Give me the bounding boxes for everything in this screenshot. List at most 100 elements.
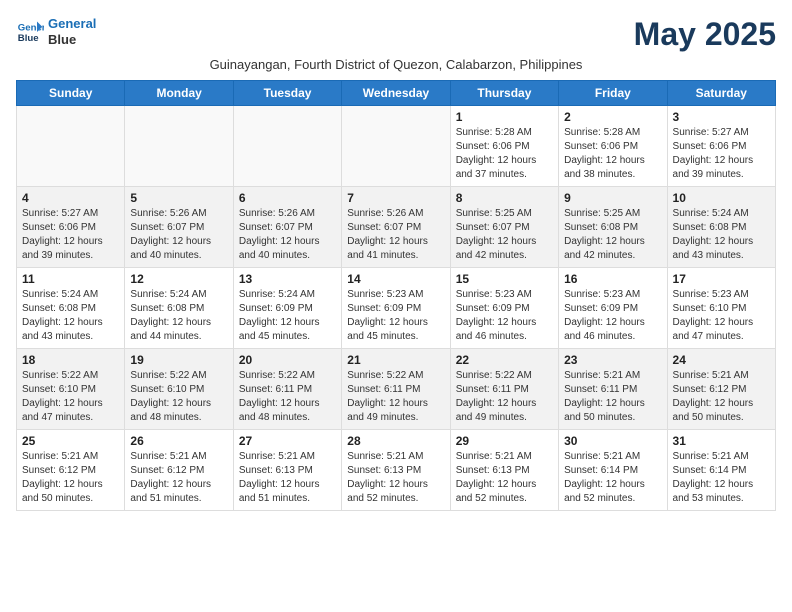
calendar-day-cell: 2Sunrise: 5:28 AM Sunset: 6:06 PM Daylig…	[559, 106, 667, 187]
calendar-day-cell: 5 Sunrise: 5:26 AM Sunset: 6:07 PM Daylig…	[125, 187, 233, 268]
day-number: 28	[347, 434, 444, 448]
calendar-day-cell: 24Sunrise: 5:21 AM Sunset: 6:12 PM Dayli…	[667, 349, 775, 430]
day-number: 16	[564, 272, 661, 286]
calendar-day-cell: 17 Sunrise: 5:23 AM Sunset: 6:10 PM Dayli…	[667, 268, 775, 349]
day-number: 26	[130, 434, 227, 448]
calendar-day-cell: 1 Sunrise: 5:28 AM Sunset: 6:06 PM Daylig…	[450, 106, 558, 187]
day-info: Sunrise: 5:21 AM Sunset: 6:14 PM Dayligh…	[673, 450, 770, 506]
day-info: Sunrise: 5:21 AM Sunset: 6:13 PM Dayligh…	[239, 450, 336, 506]
calendar-day-cell	[17, 106, 125, 187]
day-number: 27	[239, 434, 336, 448]
day-number: 6	[239, 191, 336, 205]
day-info: Sunrise: 5:26 AM Sunset: 6:07 PM Dayligh…	[130, 207, 227, 263]
calendar-day-cell: 26 Sunrise: 5:21 AM Sunset: 6:12 PM Dayli…	[125, 430, 233, 511]
day-info: Sunrise: 5:21 AM Sunset: 6:12 PM Dayligh…	[673, 369, 770, 425]
day-number: 20	[239, 353, 336, 367]
day-info: Sunrise: 5:27 AM Sunset: 6:06 PM Dayligh…	[22, 207, 119, 263]
day-number: 25	[22, 434, 119, 448]
day-number: 22	[456, 353, 553, 367]
calendar-day-cell: 25 Sunrise: 5:21 AM Sunset: 6:12 PM Dayli…	[17, 430, 125, 511]
day-number: 4	[22, 191, 119, 205]
calendar-day-cell: 18Sunrise: 5:22 AM Sunset: 6:10 PM Dayli…	[17, 349, 125, 430]
day-number: 1	[456, 110, 553, 124]
calendar-table: SundayMondayTuesdayWednesdayThursdayFrid…	[16, 80, 776, 511]
weekday-header-thursday: Thursday	[450, 81, 558, 106]
calendar-day-cell: 29 Sunrise: 5:21 AM Sunset: 6:13 PM Dayli…	[450, 430, 558, 511]
logo-line1: General	[48, 16, 96, 31]
logo-text: General Blue	[48, 16, 96, 47]
day-number: 21	[347, 353, 444, 367]
calendar-week-4: 18Sunrise: 5:22 AM Sunset: 6:10 PM Dayli…	[17, 349, 776, 430]
day-number: 12	[130, 272, 227, 286]
day-info: Sunrise: 5:23 AM Sunset: 6:09 PM Dayligh…	[347, 288, 444, 344]
calendar-day-cell: 4 Sunrise: 5:27 AM Sunset: 6:06 PM Daylig…	[17, 187, 125, 268]
weekday-header-monday: Monday	[125, 81, 233, 106]
day-number: 14	[347, 272, 444, 286]
day-info: Sunrise: 5:21 AM Sunset: 6:12 PM Dayligh…	[130, 450, 227, 506]
day-number: 30	[564, 434, 661, 448]
calendar-day-cell: 9 Sunrise: 5:25 AM Sunset: 6:08 PM Daylig…	[559, 187, 667, 268]
calendar-day-cell: 14 Sunrise: 5:23 AM Sunset: 6:09 PM Dayli…	[342, 268, 450, 349]
day-info: Sunrise: 5:24 AM Sunset: 6:08 PM Dayligh…	[130, 288, 227, 344]
day-info: Sunrise: 5:21 AM Sunset: 6:14 PM Dayligh…	[564, 450, 661, 506]
day-info: Sunrise: 5:22 AM Sunset: 6:11 PM Dayligh…	[239, 369, 336, 425]
calendar-day-cell	[233, 106, 341, 187]
day-info: Sunrise: 5:24 AM Sunset: 6:09 PM Dayligh…	[239, 288, 336, 344]
day-number: 13	[239, 272, 336, 286]
logo: General Blue General Blue	[16, 16, 96, 47]
calendar-day-cell: 12 Sunrise: 5:24 AM Sunset: 6:08 PM Dayli…	[125, 268, 233, 349]
day-number: 15	[456, 272, 553, 286]
subtitle: Guinayangan, Fourth District of Quezon, …	[16, 57, 776, 72]
day-number: 5	[130, 191, 227, 205]
day-number: 29	[456, 434, 553, 448]
calendar-day-cell: 16 Sunrise: 5:23 AM Sunset: 6:09 PM Dayli…	[559, 268, 667, 349]
day-info: Sunrise: 5:24 AM Sunset: 6:08 PM Dayligh…	[673, 207, 770, 263]
calendar-day-cell	[342, 106, 450, 187]
day-number: 11	[22, 272, 119, 286]
calendar-week-1: 1 Sunrise: 5:28 AM Sunset: 6:06 PM Daylig…	[17, 106, 776, 187]
weekday-header-row: SundayMondayTuesdayWednesdayThursdayFrid…	[17, 81, 776, 106]
calendar-day-cell: 27 Sunrise: 5:21 AM Sunset: 6:13 PM Dayli…	[233, 430, 341, 511]
day-info: Sunrise: 5:23 AM Sunset: 6:09 PM Dayligh…	[564, 288, 661, 344]
calendar-week-5: 25 Sunrise: 5:21 AM Sunset: 6:12 PM Dayli…	[17, 430, 776, 511]
day-number: 23	[564, 353, 661, 367]
calendar-day-cell	[125, 106, 233, 187]
day-number: 19	[130, 353, 227, 367]
calendar-day-cell: 15 Sunrise: 5:23 AM Sunset: 6:09 PM Dayli…	[450, 268, 558, 349]
day-info: Sunrise: 5:21 AM Sunset: 6:13 PM Dayligh…	[456, 450, 553, 506]
month-title: May 2025	[96, 16, 776, 53]
calendar-day-cell: 6Sunrise: 5:26 AM Sunset: 6:07 PM Daylig…	[233, 187, 341, 268]
calendar-day-cell: 3 Sunrise: 5:27 AM Sunset: 6:06 PM Daylig…	[667, 106, 775, 187]
day-number: 9	[564, 191, 661, 205]
day-info: Sunrise: 5:21 AM Sunset: 6:11 PM Dayligh…	[564, 369, 661, 425]
day-info: Sunrise: 5:27 AM Sunset: 6:06 PM Dayligh…	[673, 126, 770, 182]
calendar-week-2: 4 Sunrise: 5:27 AM Sunset: 6:06 PM Daylig…	[17, 187, 776, 268]
weekday-header-saturday: Saturday	[667, 81, 775, 106]
day-info: Sunrise: 5:25 AM Sunset: 6:08 PM Dayligh…	[564, 207, 661, 263]
day-info: Sunrise: 5:22 AM Sunset: 6:10 PM Dayligh…	[22, 369, 119, 425]
day-info: Sunrise: 5:26 AM Sunset: 6:07 PM Dayligh…	[347, 207, 444, 263]
calendar-day-cell: 19Sunrise: 5:22 AM Sunset: 6:10 PM Dayli…	[125, 349, 233, 430]
calendar-day-cell: 8Sunrise: 5:25 AM Sunset: 6:07 PM Daylig…	[450, 187, 558, 268]
calendar-day-cell: 23 Sunrise: 5:21 AM Sunset: 6:11 PM Dayli…	[559, 349, 667, 430]
calendar-day-cell: 31 Sunrise: 5:21 AM Sunset: 6:14 PM Dayli…	[667, 430, 775, 511]
day-info: Sunrise: 5:23 AM Sunset: 6:10 PM Dayligh…	[673, 288, 770, 344]
calendar-day-cell: 20 Sunrise: 5:22 AM Sunset: 6:11 PM Dayli…	[233, 349, 341, 430]
day-info: Sunrise: 5:21 AM Sunset: 6:12 PM Dayligh…	[22, 450, 119, 506]
page-header: General Blue General Blue May 2025	[16, 16, 776, 53]
day-number: 8	[456, 191, 553, 205]
day-info: Sunrise: 5:28 AM Sunset: 6:06 PM Dayligh…	[456, 126, 553, 182]
weekday-header-tuesday: Tuesday	[233, 81, 341, 106]
calendar-day-cell: 28Sunrise: 5:21 AM Sunset: 6:13 PM Dayli…	[342, 430, 450, 511]
logo-line2: Blue	[48, 32, 96, 48]
day-info: Sunrise: 5:23 AM Sunset: 6:09 PM Dayligh…	[456, 288, 553, 344]
day-number: 31	[673, 434, 770, 448]
calendar-day-cell: 30 Sunrise: 5:21 AM Sunset: 6:14 PM Dayli…	[559, 430, 667, 511]
day-info: Sunrise: 5:24 AM Sunset: 6:08 PM Dayligh…	[22, 288, 119, 344]
calendar-day-cell: 21Sunrise: 5:22 AM Sunset: 6:11 PM Dayli…	[342, 349, 450, 430]
day-number: 17	[673, 272, 770, 286]
day-number: 3	[673, 110, 770, 124]
day-number: 7	[347, 191, 444, 205]
weekday-header-sunday: Sunday	[17, 81, 125, 106]
calendar-week-3: 11 Sunrise: 5:24 AM Sunset: 6:08 PM Dayli…	[17, 268, 776, 349]
